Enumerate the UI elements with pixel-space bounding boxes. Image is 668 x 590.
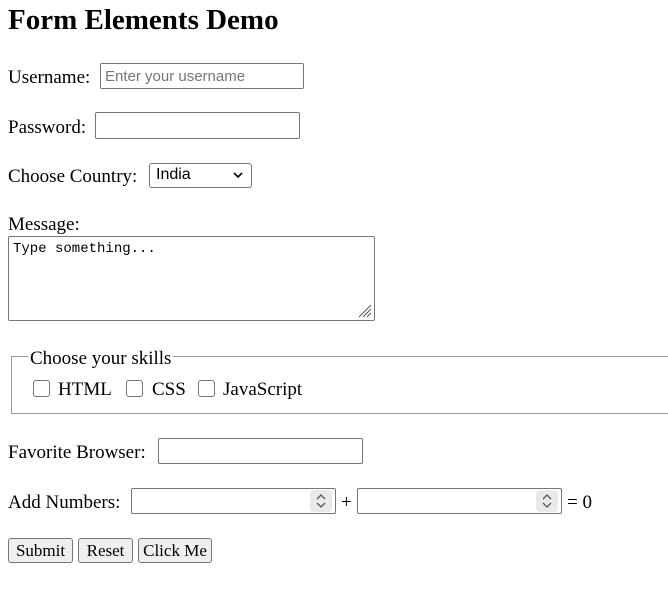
country-label: Choose Country:	[8, 166, 138, 187]
username-label: Username:	[8, 67, 91, 88]
country-selected-value: India	[156, 166, 191, 183]
country-select[interactable]: India	[149, 163, 252, 188]
browser-label: Favorite Browser:	[8, 442, 146, 463]
first-number-input[interactable]	[131, 488, 336, 514]
spinner-arrows-icon[interactable]	[310, 490, 332, 512]
sum-result: = 0	[567, 492, 592, 513]
skills-legend: Choose your skills	[28, 348, 174, 369]
click-me-button[interactable]: Click Me	[138, 538, 212, 563]
javascript-checkbox-label[interactable]: JavaScript	[223, 380, 302, 399]
chevron-down-icon	[233, 172, 243, 179]
resize-grip-icon[interactable]	[356, 302, 372, 318]
reset-button[interactable]: Reset	[78, 538, 133, 563]
message-textarea[interactable]	[8, 236, 375, 321]
spinner-arrows-icon[interactable]	[536, 490, 558, 512]
message-label: Message:	[8, 214, 80, 235]
html-checkbox[interactable]	[33, 380, 50, 397]
password-input[interactable]	[95, 112, 300, 139]
javascript-checkbox[interactable]	[198, 380, 215, 397]
second-number-input[interactable]	[357, 488, 562, 514]
password-label: Password:	[8, 117, 87, 138]
css-checkbox-label[interactable]: CSS	[152, 380, 186, 399]
css-checkbox[interactable]	[126, 380, 143, 397]
username-input[interactable]	[100, 63, 304, 89]
plus-sign: +	[341, 492, 352, 513]
submit-button[interactable]: Submit	[8, 538, 73, 563]
html-checkbox-label[interactable]: HTML	[58, 380, 112, 399]
form-page: Form Elements Demo Username: Password: C…	[0, 0, 668, 590]
add-numbers-label: Add Numbers:	[8, 492, 121, 513]
browser-input[interactable]	[158, 438, 363, 464]
page-title: Form Elements Demo	[8, 4, 279, 36]
